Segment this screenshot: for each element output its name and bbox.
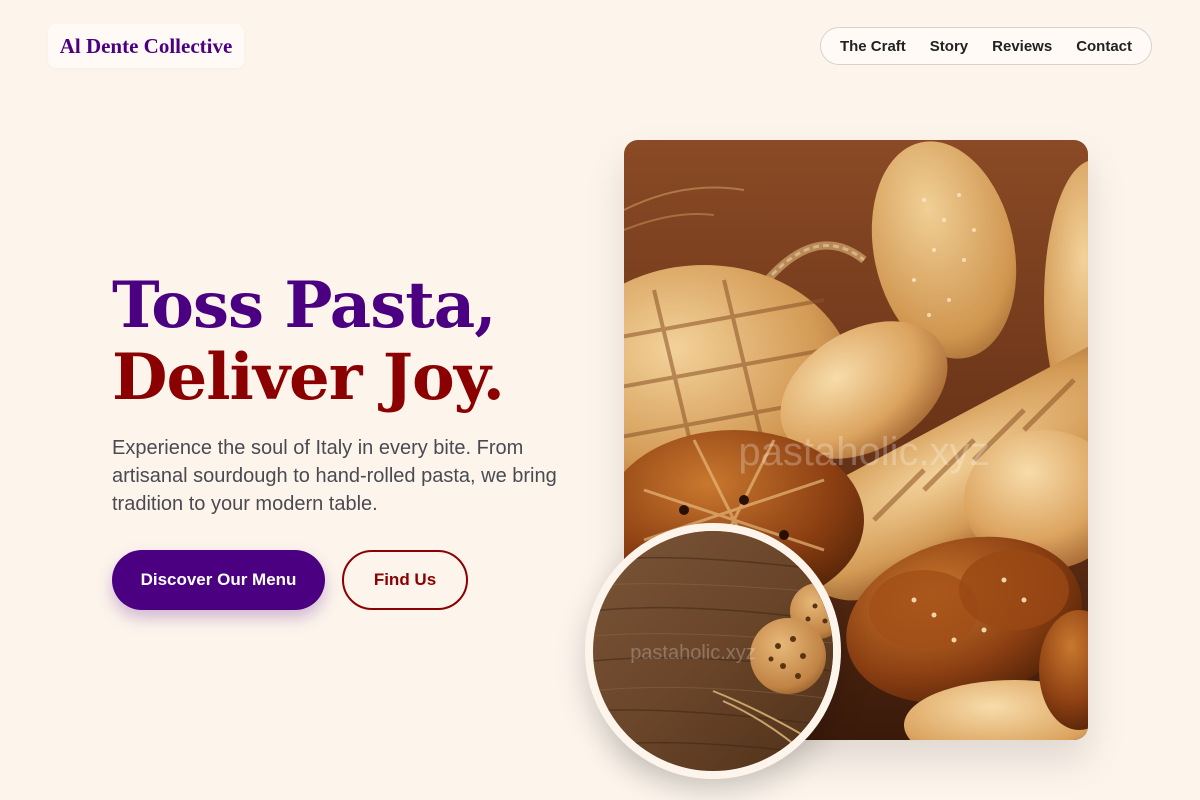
- landing-page: Al Dente Collective The Craft Story Revi…: [0, 0, 1200, 800]
- cookies-illustration: pastaholic.xyz: [593, 531, 833, 771]
- find-us-button[interactable]: Find Us: [342, 550, 468, 610]
- discover-menu-button[interactable]: Discover Our Menu: [112, 550, 325, 610]
- hero-description: Experience the soul of Italy in every bi…: [112, 437, 557, 515]
- brand-logo[interactable]: Al Dente Collective: [48, 24, 244, 68]
- brand-name: Al Dente Collective: [59, 33, 233, 58]
- nav-link-reviews[interactable]: Reviews: [992, 38, 1052, 55]
- nav-link-story[interactable]: Story: [930, 38, 968, 55]
- top-nav: The Craft Story Reviews Contact: [820, 27, 1152, 65]
- hero-headline: Toss Pasta, Deliver Joy.: [112, 270, 582, 414]
- nav-link-contact[interactable]: Contact: [1076, 38, 1132, 55]
- cta-row: Discover Our Menu Find Us: [112, 550, 582, 610]
- inset-watermark: pastaholic.xyz: [630, 642, 756, 664]
- headline-line-1: Toss Pasta,: [112, 268, 497, 343]
- cookies-on-wood-photo: pastaholic.xyz: [585, 523, 841, 779]
- headline-line-2: Deliver Joy.: [112, 340, 505, 415]
- main-watermark: pastaholic.xyz: [738, 430, 989, 474]
- nav-link-the-craft[interactable]: The Craft: [840, 38, 906, 55]
- hero-section: Toss Pasta, Deliver Joy. Experience the …: [112, 270, 582, 610]
